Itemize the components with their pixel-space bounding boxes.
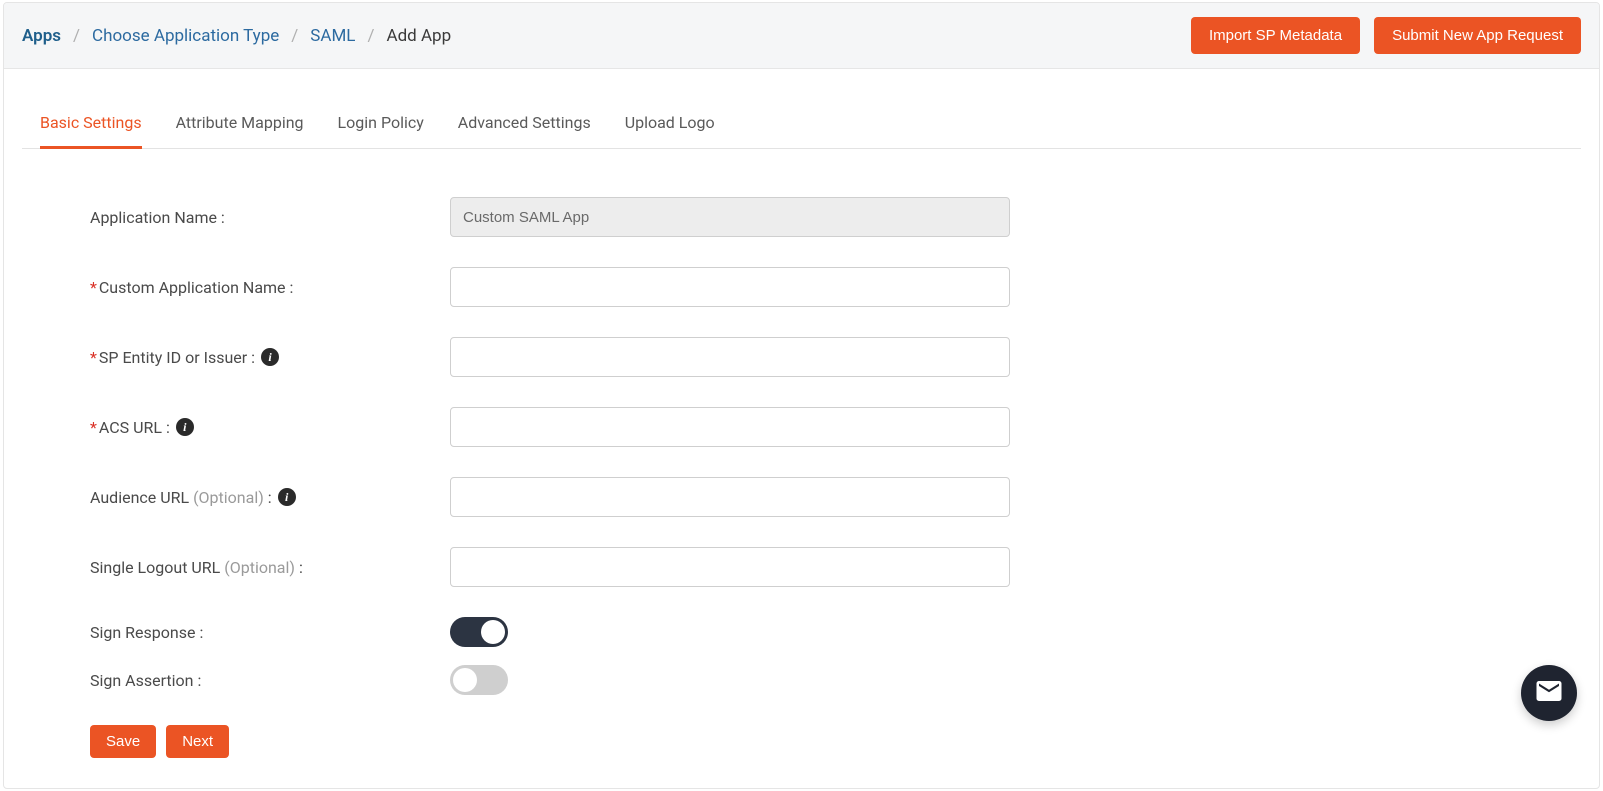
toggle-sign-assertion[interactable] (450, 665, 508, 695)
breadcrumb-sep: / (367, 26, 374, 46)
topbar-actions: Import SP Metadata Submit New App Reques… (1191, 17, 1581, 54)
tab-attribute-mapping[interactable]: Attribute Mapping (176, 103, 304, 149)
form: Application Name : *Custom Application N… (22, 149, 1122, 758)
toggle-knob (453, 668, 477, 692)
row-sign-assertion: Sign Assertion : (90, 665, 1122, 695)
toggle-knob (481, 620, 505, 644)
toggle-sign-response[interactable] (450, 617, 508, 647)
save-button[interactable]: Save (90, 725, 156, 758)
label-acs-url: *ACS URL : i (90, 418, 450, 437)
topbar: Apps / Choose Application Type / SAML / … (4, 3, 1599, 69)
label-custom-app-name: *Custom Application Name : (90, 278, 450, 297)
row-sign-response: Sign Response : (90, 617, 1122, 647)
input-acs-url[interactable] (450, 407, 1010, 447)
label-sign-response: Sign Response : (90, 623, 450, 642)
next-button[interactable]: Next (166, 725, 229, 758)
row-audience-url: Audience URL (Optional) : i (90, 477, 1122, 517)
required-marker: * (90, 418, 97, 437)
breadcrumb-saml[interactable]: SAML (310, 26, 355, 46)
chat-fab[interactable] (1521, 665, 1577, 721)
breadcrumb-apps[interactable]: Apps (22, 26, 61, 46)
input-audience-url[interactable] (450, 477, 1010, 517)
input-custom-app-name[interactable] (450, 267, 1010, 307)
row-application-name: Application Name : (90, 197, 1122, 237)
form-actions: Save Next (90, 725, 1122, 758)
label-sign-assertion: Sign Assertion : (90, 671, 450, 690)
required-marker: * (90, 278, 97, 297)
info-icon[interactable]: i (278, 488, 296, 506)
mail-icon (1534, 676, 1564, 710)
input-slo-url[interactable] (450, 547, 1010, 587)
breadcrumb-choose-type[interactable]: Choose Application Type (92, 26, 279, 46)
import-sp-metadata-button[interactable]: Import SP Metadata (1191, 17, 1360, 54)
tab-login-policy[interactable]: Login Policy (338, 103, 424, 149)
tab-upload-logo[interactable]: Upload Logo (625, 103, 715, 149)
breadcrumb-sep: / (291, 26, 298, 46)
info-icon[interactable]: i (261, 348, 279, 366)
info-icon[interactable]: i (176, 418, 194, 436)
row-sp-entity-id: *SP Entity ID or Issuer : i (90, 337, 1122, 377)
tabs: Basic Settings Attribute Mapping Login P… (22, 103, 1581, 149)
row-slo-url: Single Logout URL (Optional) : (90, 547, 1122, 587)
input-application-name (450, 197, 1010, 237)
breadcrumb-current: Add App (386, 26, 451, 46)
submit-new-app-request-button[interactable]: Submit New App Request (1374, 17, 1581, 54)
content: Basic Settings Attribute Mapping Login P… (4, 103, 1599, 788)
label-sp-entity-id: *SP Entity ID or Issuer : i (90, 348, 450, 367)
row-custom-app-name: *Custom Application Name : (90, 267, 1122, 307)
label-application-name: Application Name : (90, 208, 450, 227)
tab-basic-settings[interactable]: Basic Settings (40, 103, 142, 149)
label-slo-url: Single Logout URL (Optional) : (90, 558, 450, 577)
required-marker: * (90, 348, 97, 367)
tab-advanced-settings[interactable]: Advanced Settings (458, 103, 591, 149)
input-sp-entity-id[interactable] (450, 337, 1010, 377)
breadcrumb: Apps / Choose Application Type / SAML / … (22, 26, 451, 46)
page-container: Apps / Choose Application Type / SAML / … (3, 2, 1600, 789)
row-acs-url: *ACS URL : i (90, 407, 1122, 447)
breadcrumb-sep: / (73, 26, 80, 46)
label-audience-url: Audience URL (Optional) : i (90, 488, 450, 507)
